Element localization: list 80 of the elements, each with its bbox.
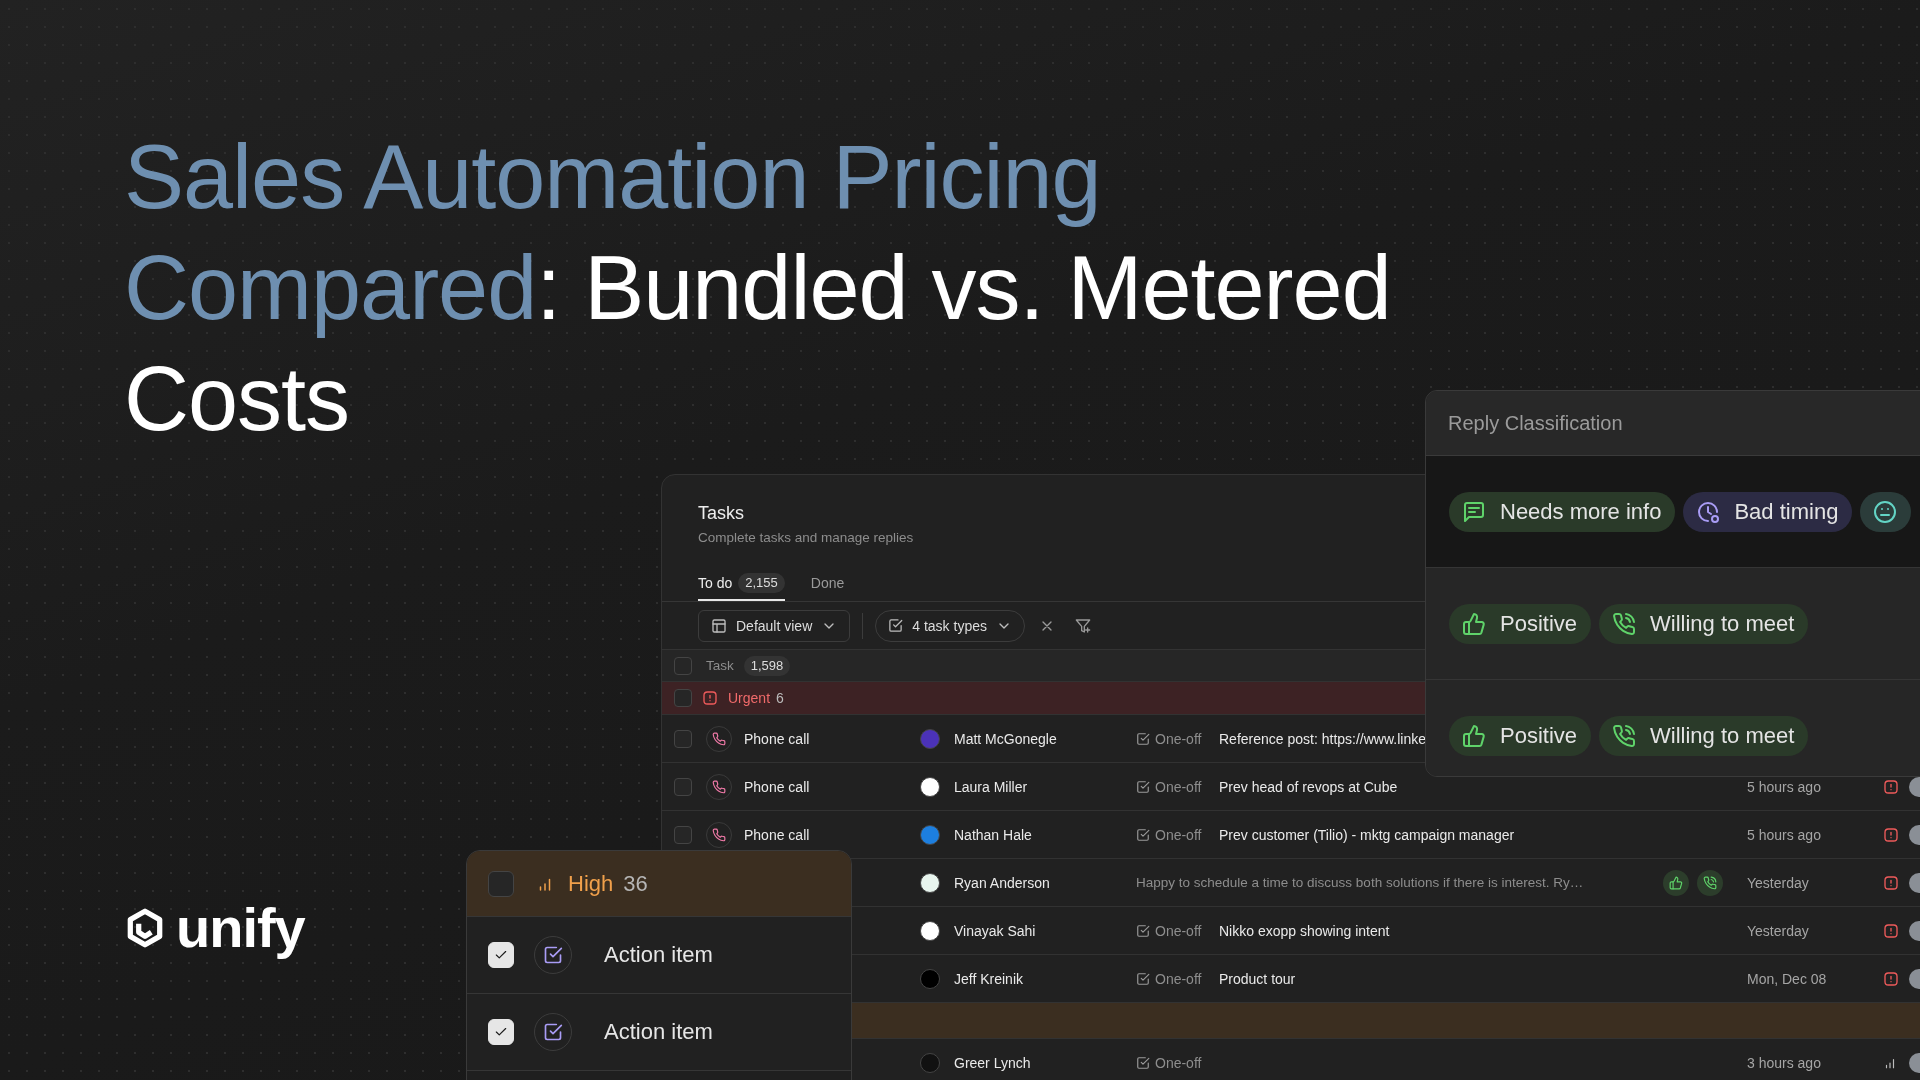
checkbox[interactable]: [674, 656, 692, 675]
checkbox[interactable]: [674, 729, 692, 748]
classification-tag: Positive: [1449, 716, 1592, 756]
alert-icon: [702, 690, 718, 706]
page-heading: Sales Automation Pricing Compared: Bundled vs. Metered Costs: [124, 126, 1392, 451]
tab-label: To do: [698, 575, 733, 591]
tab[interactable]: Done: [810, 567, 845, 601]
contact-name: Matt McGonegle: [954, 730, 1057, 747]
panel-title: Tasks: [698, 502, 744, 525]
task-type: Action item: [604, 1019, 713, 1045]
task-time: Mon, Dec 08: [1747, 970, 1827, 987]
checkbox[interactable]: [674, 689, 692, 707]
task-time: Yesterday: [1747, 922, 1809, 939]
thumbs-up-icon: [1669, 875, 1683, 890]
thumbs-up-icon: [1462, 611, 1486, 636]
tab-label: Done: [810, 575, 845, 591]
task-tag: One-off: [1155, 826, 1202, 843]
phone-call-icon: [1703, 875, 1717, 890]
logo-text: unify: [176, 898, 305, 958]
classification-tag: Willing to meet: [1599, 716, 1809, 756]
contact-name: Laura Miller: [954, 778, 1028, 795]
group-label: Urgent: [728, 690, 771, 706]
contact-name: Nathan Hale: [954, 826, 1032, 843]
classification-tag: Needs more info: [1449, 491, 1676, 532]
task-type: Phone call: [744, 826, 810, 843]
reply-message: Happy to schedule a time to discuss both solutions if there is interest. Ry…: [1136, 875, 1584, 890]
filter-icon: [1074, 617, 1091, 634]
message-icon: [1462, 499, 1486, 524]
checkbox-icon: [1136, 971, 1150, 986]
view-dropdown[interactable]: Default view: [698, 609, 851, 642]
task-tag: One-off: [1155, 730, 1202, 747]
classification-tag: Positive: [1449, 603, 1592, 644]
group-count: 6: [776, 690, 784, 706]
panel-title: Reply Classification: [1448, 411, 1623, 435]
checkbox-icon: [888, 618, 904, 633]
contact-name: Vinayak Sahi: [954, 922, 1036, 939]
checkbox-icon: [1136, 827, 1150, 842]
group-label: High: [568, 870, 614, 897]
group-count: 36: [623, 870, 648, 897]
thumbs-up-icon: [1462, 724, 1486, 748]
task-time: Yesterday: [1747, 874, 1809, 891]
check-icon: [494, 1025, 508, 1039]
task-time: 3 hours ago: [1747, 1054, 1821, 1071]
checkbox-icon: [1136, 1055, 1150, 1070]
task-time: 5 hours ago: [1747, 778, 1821, 795]
phone-call-icon: [1612, 724, 1637, 748]
column-header: Task: [706, 658, 734, 673]
task-description: Reference post: https://www.linke: [1219, 730, 1426, 747]
classification-tag: Bad timing: [1683, 491, 1853, 532]
task-tag: One-off: [1155, 1054, 1202, 1071]
count-badge: 2,155: [738, 573, 785, 593]
task-type: Phone call: [744, 730, 810, 747]
checkbox[interactable]: [488, 870, 514, 897]
checkbox-icon: [1136, 779, 1150, 794]
phone-call-icon: [1612, 611, 1637, 636]
task-time: 5 hours ago: [1747, 826, 1821, 843]
checkbox[interactable]: [674, 777, 692, 796]
contact-name: Jeff Kreinik: [954, 970, 1023, 987]
table-icon: [711, 617, 727, 634]
tab[interactable]: To do 2,155: [698, 567, 785, 601]
count-badge: 1,598: [743, 655, 791, 676]
task-type: Action item: [604, 942, 713, 968]
contact-name: Ryan Anderson: [954, 874, 1050, 891]
task-tag: One-off: [1155, 970, 1202, 987]
task-tag: One-off: [1155, 778, 1202, 795]
task-description: Nikko exopp showing intent: [1219, 922, 1390, 939]
check-icon: [494, 948, 508, 962]
task-description: Prev customer (Tilio) - mktg campaign manager: [1219, 826, 1515, 843]
task-tag: One-off: [1155, 922, 1202, 939]
checkbox-icon: [1136, 731, 1150, 746]
clock-icon: [1696, 499, 1721, 524]
neutral-face-icon: [1873, 499, 1898, 524]
checkbox[interactable]: [674, 825, 692, 844]
classification-tag: Willing to meet: [1599, 603, 1809, 644]
task-type: Phone call: [744, 778, 810, 795]
panel-subtitle: Complete tasks and manage replies: [698, 529, 914, 547]
contact-name: Greer Lynch: [954, 1054, 1031, 1071]
task-description: Prev head of revops at Cube: [1219, 778, 1398, 795]
checkbox-icon: [1136, 923, 1150, 938]
task-description: Product tour: [1219, 970, 1296, 987]
